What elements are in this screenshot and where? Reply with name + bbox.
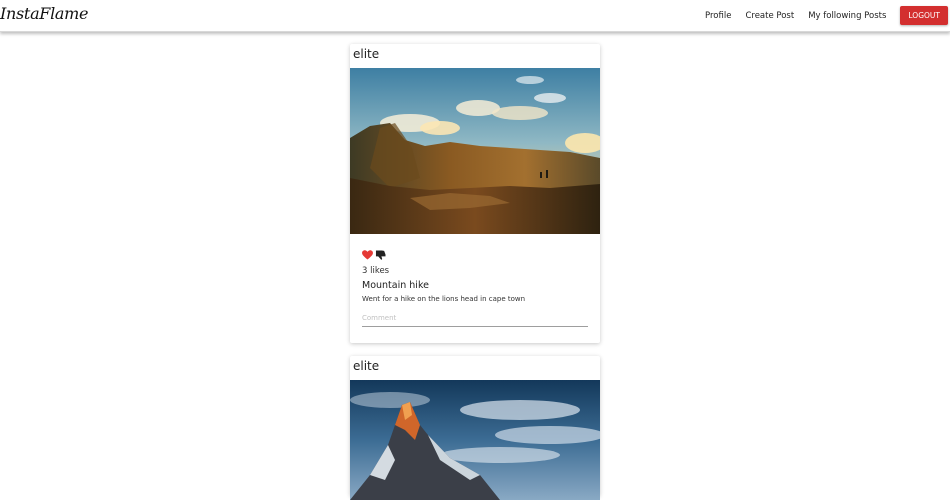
comment-input[interactable] (362, 310, 588, 327)
likes-count: 3 likes (362, 266, 390, 276)
logout-button[interactable]: LOGOUT (900, 6, 948, 25)
post-actions (362, 245, 386, 264)
post-username[interactable]: elite (353, 47, 379, 61)
nav-link-profile[interactable]: Profile (705, 11, 731, 21)
post-body: Went for a hike on the lions head in cap… (362, 295, 526, 303)
post-username[interactable]: elite (353, 359, 379, 373)
thumbs-down-icon[interactable] (375, 245, 386, 264)
post-card: elite (350, 44, 600, 343)
brand-logo[interactable]: InstaFlame (0, 4, 89, 23)
heart-icon[interactable] (362, 245, 373, 264)
navbar: InstaFlame Profile Create Post My follow… (0, 0, 950, 32)
post-card: elite (350, 356, 600, 500)
nav-links: Profile Create Post My following Posts L… (705, 0, 950, 31)
post-title: Mountain hike (362, 280, 429, 291)
post-image (350, 68, 600, 234)
nav-link-following-posts[interactable]: My following Posts (808, 11, 886, 21)
nav-link-create-post[interactable]: Create Post (745, 11, 794, 21)
post-image (350, 380, 600, 500)
